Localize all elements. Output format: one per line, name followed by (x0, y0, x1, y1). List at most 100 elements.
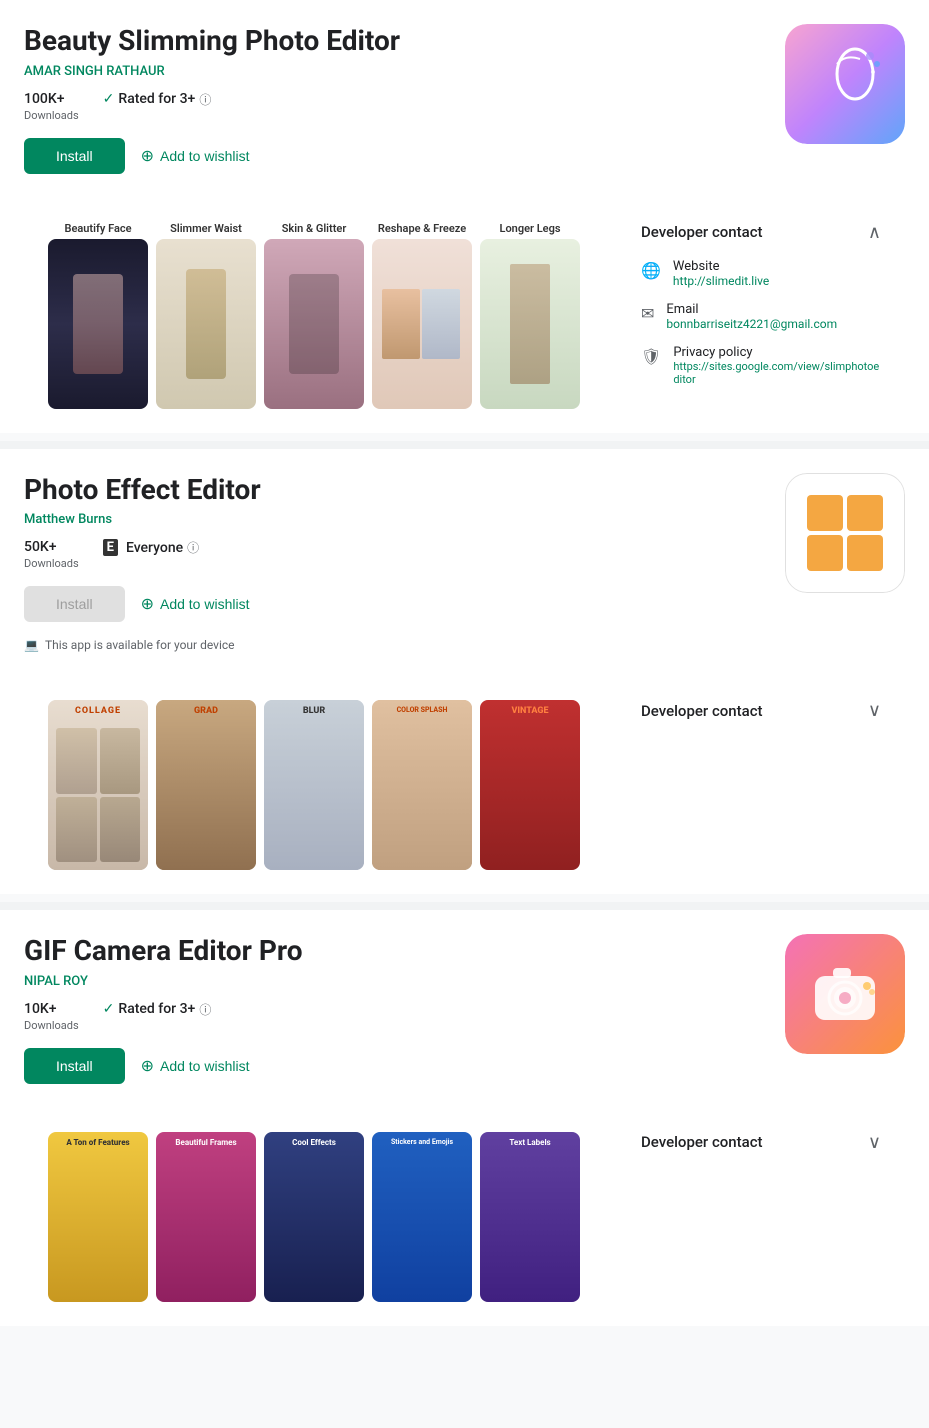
downloads-value-beauty: 100K+ (24, 91, 65, 107)
rating-value-photo: E Everyone ⓘ (103, 539, 199, 556)
dev-contact-header-beauty[interactable]: Developer contact ∧ (641, 222, 881, 243)
chevron-down-icon-photo: ∨ (868, 700, 881, 721)
dev-contact-header-gif[interactable]: Developer contact ∨ (641, 1132, 881, 1153)
app-title-gif: GIF Camera Editor Pro (24, 934, 765, 968)
photo-effect-icon-grid (791, 479, 899, 587)
screenshot-2-photo: GRAD (156, 700, 256, 870)
gif-icon-graphic (785, 934, 905, 1054)
rating-value-beauty: ✓ Rated for 3+ ⓘ (103, 91, 212, 108)
action-row-photo: Install ⊕ Add to wishlist (24, 586, 765, 622)
app-header-photo: Photo Effect Editor Matthew Burns 50K+ D… (24, 473, 905, 669)
downloads-stat-beauty: 100K+ Downloads (24, 91, 79, 122)
rating-info-icon[interactable]: ⓘ (199, 91, 211, 108)
app-developer-gif[interactable]: NIPAL ROY (24, 974, 765, 989)
screenshot-2-gif: Beautiful Frames (156, 1132, 256, 1302)
downloads-stat-gif: 10K+ Downloads (24, 1001, 79, 1032)
website-label-beauty: Website (673, 259, 769, 274)
action-row-gif: Install ⊕ Add to wishlist (24, 1048, 765, 1084)
screenshot-5-gif: Text Labels (480, 1132, 580, 1302)
photo-effect-icon-graphic (785, 473, 905, 593)
lower-section-photo: COLLAGE GRAD (24, 684, 905, 894)
dev-contact-gif: Developer contact ∨ (621, 1132, 881, 1302)
rating-info-icon-gif[interactable]: ⓘ (199, 1001, 211, 1018)
downloads-label-gif: Downloads (24, 1019, 79, 1032)
screenshot-label-3-gif: Cool Effects (264, 1138, 364, 1147)
website-value-beauty[interactable]: http://slimedit.live (673, 274, 769, 288)
screenshot-label-1-photo: COLLAGE (48, 706, 148, 716)
app-stats-gif: 10K+ Downloads ✓ Rated for 3+ ⓘ (24, 1001, 765, 1032)
install-button-photo[interactable]: Install (24, 586, 125, 622)
lower-section-gif: A Ton of Features Beautiful Frames Cool … (24, 1116, 905, 1326)
email-value-beauty[interactable]: bonnbarriseitz4221@gmail.com (666, 317, 837, 331)
wishlist-icon-beauty: ⊕ (141, 146, 154, 166)
screenshot-img-2-beauty (156, 239, 256, 409)
screenshot-1-photo: COLLAGE (48, 700, 148, 870)
screenshot-label-1-beauty: Beautify Face (48, 222, 148, 235)
screenshot-img-4-photo: COLOR SPLASH (372, 700, 472, 870)
screenshot-label-5-gif: Text Labels (480, 1138, 580, 1147)
privacy-value-beauty[interactable]: https://sites.google.com/view/slimphotoe… (673, 360, 881, 386)
app-photo-effect: Photo Effect Editor Matthew Burns 50K+ D… (0, 449, 929, 895)
screenshots-beauty: Beautify Face Slimmer Waist (48, 222, 621, 409)
screenshot-4-beauty: Reshape & Freeze (372, 222, 472, 409)
screenshots-gif: A Ton of Features Beautiful Frames Cool … (48, 1132, 621, 1302)
app-info-gif: GIF Camera Editor Pro NIPAL ROY 10K+ Dow… (24, 934, 765, 1100)
device-note-photo: 💻 This app is available for your device (24, 638, 765, 652)
screenshot-label-4-beauty: Reshape & Freeze (372, 222, 472, 235)
screenshot-label-5-beauty: Longer Legs (480, 222, 580, 235)
screenshot-3-photo: BLUR (264, 700, 364, 870)
divider-2 (0, 902, 929, 910)
chevron-up-icon-beauty: ∧ (868, 222, 881, 243)
rating-check-icon: ✓ (103, 91, 115, 107)
dev-contact-header-photo[interactable]: Developer contact ∨ (641, 700, 881, 721)
app-header-beauty: Beauty Slimming Photo Editor AMAR SINGH … (24, 24, 905, 190)
rating-stat-gif: ✓ Rated for 3+ ⓘ (103, 1001, 212, 1032)
device-icon: 💻 (24, 638, 39, 652)
downloads-label-photo: Downloads (24, 557, 79, 570)
wishlist-button-gif[interactable]: ⊕ Add to wishlist (141, 1056, 250, 1076)
beauty-icon-svg (805, 44, 885, 124)
everyone-badge-icon: E (103, 539, 118, 556)
screenshot-3-beauty: Skin & Glitter (264, 222, 364, 409)
screenshot-2-beauty: Slimmer Waist (156, 222, 256, 409)
screenshot-img-1-beauty (48, 239, 148, 409)
wishlist-icon-photo: ⊕ (141, 594, 154, 614)
screenshot-label-3-photo: BLUR (264, 706, 364, 716)
screenshot-label-5-photo: VINTAGE (480, 706, 580, 716)
app-title-beauty: Beauty Slimming Photo Editor (24, 24, 765, 58)
rating-info-icon-photo[interactable]: ⓘ (187, 539, 199, 556)
screenshot-label-2-beauty: Slimmer Waist (156, 222, 256, 235)
wishlist-button-photo[interactable]: ⊕ Add to wishlist (141, 594, 250, 614)
wishlist-button-beauty[interactable]: ⊕ Add to wishlist (141, 146, 250, 166)
downloads-stat-photo: 50K+ Downloads (24, 539, 79, 570)
rating-check-icon-gif: ✓ (103, 1001, 115, 1017)
app-developer-beauty[interactable]: AMAR SINGH RATHAUR (24, 64, 765, 79)
email-label-beauty: Email (666, 302, 837, 317)
app-stats-photo: 50K+ Downloads E Everyone ⓘ (24, 539, 765, 570)
dev-contact-title-gif: Developer contact (641, 1133, 763, 1151)
shield-icon-beauty: 🛡 (641, 347, 661, 366)
dev-contact-email-text-beauty: Email bonnbarriseitz4221@gmail.com (666, 302, 837, 331)
screenshot-img-5-photo: VINTAGE (480, 700, 580, 870)
rating-stat-beauty: ✓ Rated for 3+ ⓘ (103, 91, 212, 122)
screenshot-label-2-gif: Beautiful Frames (156, 1138, 256, 1147)
app-developer-photo[interactable]: Matthew Burns (24, 512, 765, 527)
install-button-gif[interactable]: Install (24, 1048, 125, 1084)
rating-value-gif: ✓ Rated for 3+ ⓘ (103, 1001, 212, 1018)
install-button-beauty[interactable]: Install (24, 138, 125, 174)
screenshot-img-3-gif: Cool Effects (264, 1132, 364, 1302)
app-title-photo: Photo Effect Editor (24, 473, 765, 507)
screenshot-img-1-gif: A Ton of Features (48, 1132, 148, 1302)
divider-1 (0, 441, 929, 449)
dev-contact-website-beauty: 🌐 Website http://slimedit.live (641, 259, 881, 288)
screenshot-img-3-beauty (264, 239, 364, 409)
app-header-gif: GIF Camera Editor Pro NIPAL ROY 10K+ Dow… (24, 934, 905, 1100)
screenshot-1-beauty: Beautify Face (48, 222, 148, 409)
grid-cell-3 (807, 535, 843, 571)
screenshots-row-photo: COLLAGE GRAD (48, 700, 621, 870)
screenshot-3-gif: Cool Effects (264, 1132, 364, 1302)
dev-contact-email-beauty: ✉ Email bonnbarriseitz4221@gmail.com (641, 302, 881, 331)
dev-contact-title-beauty: Developer contact (641, 223, 763, 241)
globe-icon-beauty: 🌐 (641, 261, 661, 280)
grid-cell-4 (847, 535, 883, 571)
